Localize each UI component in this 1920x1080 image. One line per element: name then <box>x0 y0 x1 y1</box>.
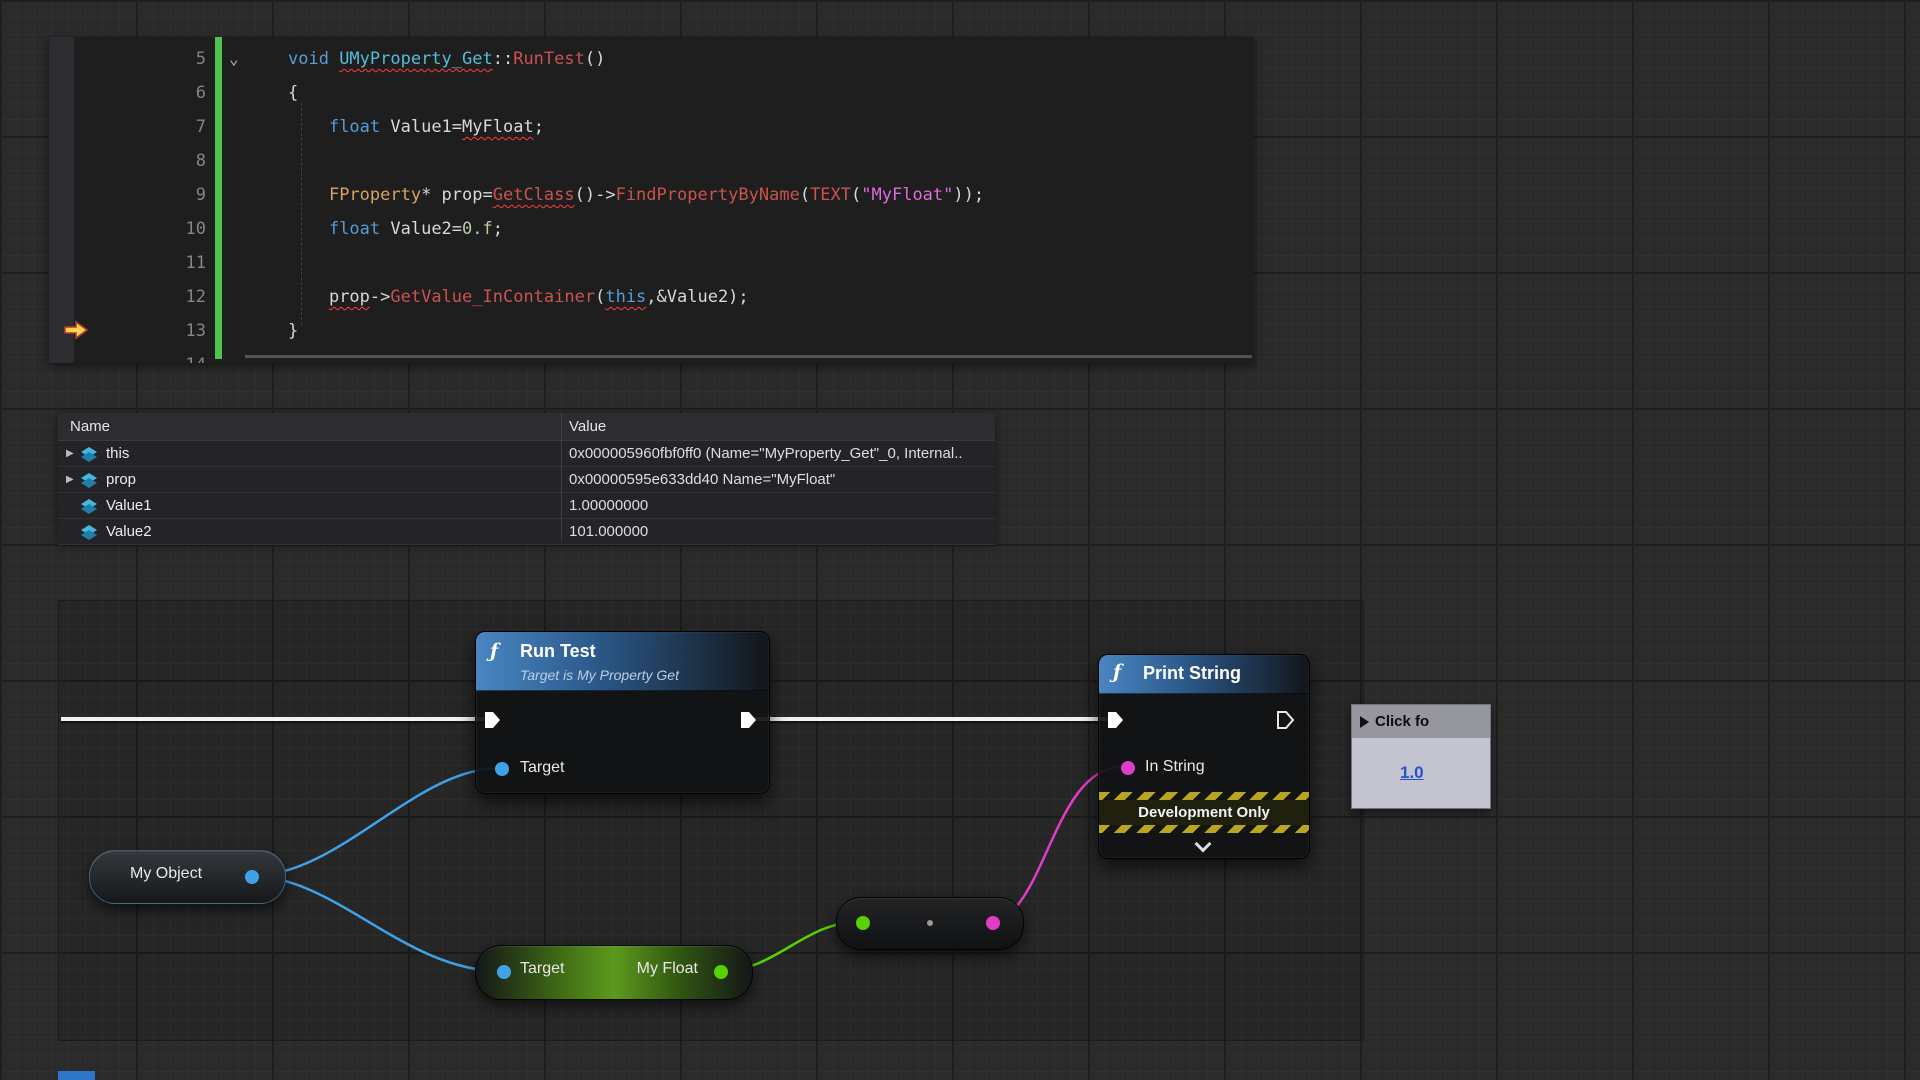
conv-in-pin[interactable] <box>856 916 870 930</box>
indent-guide <box>301 103 302 325</box>
watch-row[interactable]: Value2 101.000000 <box>58 519 995 545</box>
debug-value-popup[interactable]: Click fo 1.0 <box>1351 704 1491 809</box>
target-pin[interactable] <box>495 762 509 776</box>
float-out-pin[interactable] <box>714 965 728 979</box>
conv-dot-icon <box>927 920 933 926</box>
node-run-test-header[interactable]: ƒ Run Test Target is My Property Get <box>476 632 769 691</box>
code-text: { <box>288 76 298 110</box>
node-print-string-header[interactable]: ƒ Print String <box>1099 655 1309 694</box>
watch-rows: ▶ this 0x000005960fbf0ff0 (Name="MyPropert… <box>58 441 995 545</box>
my-object-label: My Object <box>130 865 202 883</box>
bottom-left-accent <box>58 1071 95 1080</box>
node-print-string[interactable]: ƒ Print String In String Development Onl… <box>1098 654 1310 859</box>
line-number: 14 <box>74 348 220 363</box>
function-icon: ƒ <box>490 640 498 662</box>
popup-header-label: Click fo <box>1375 713 1429 730</box>
object-out-pin[interactable] <box>245 870 259 884</box>
node-my-object[interactable]: My Object <box>89 850 286 904</box>
watch-panel: Name Value ▶ this 0x000005960fbf0ff0 (Name… <box>58 413 995 541</box>
hazard-stripe-bottom <box>1099 825 1309 833</box>
watch-header: Name Value <box>58 413 995 441</box>
expand-arrow-icon[interactable]: ▶ <box>66 474 80 485</box>
code-text: float Value1=MyFloat; <box>288 110 544 144</box>
exec-in-pin[interactable] <box>484 710 501 730</box>
column-header-name[interactable]: Name <box>70 413 110 440</box>
exec-out-pin[interactable] <box>740 710 757 730</box>
play-icon <box>1360 716 1369 728</box>
node-float-to-string[interactable] <box>836 897 1024 950</box>
popup-header[interactable]: Click fo <box>1352 705 1490 738</box>
code-line: 13} <box>74 314 1254 348</box>
code-line: 6{ <box>74 76 1254 110</box>
current-statement-arrow-icon <box>63 320 89 345</box>
variable-icon <box>80 472 100 488</box>
column-divider[interactable] <box>561 413 562 541</box>
line-number: 12 <box>74 280 220 314</box>
code-text: float Value2=0.f; <box>288 212 503 246</box>
function-icon: ƒ <box>1113 661 1121 683</box>
target-pin-label: Target <box>520 960 564 978</box>
watch-row[interactable]: Value1 1.00000000 <box>58 493 995 519</box>
line-number: 5 <box>74 42 220 76</box>
variable-value: 101.000000 <box>569 523 989 540</box>
node-title: Run Test <box>520 641 596 662</box>
breakpoint-gutter[interactable] <box>49 37 74 363</box>
target-pin[interactable] <box>497 965 511 979</box>
line-number: 11 <box>74 246 220 280</box>
line-number: 8 <box>74 144 220 178</box>
code-text: } <box>288 314 298 348</box>
exec-in-pin[interactable] <box>1107 710 1124 730</box>
variable-icon <box>80 446 100 462</box>
node-run-test[interactable]: ƒ Run Test Target is My Property Get Tar… <box>475 631 770 794</box>
node-get-my-float[interactable]: Target My Float <box>475 945 753 1000</box>
variable-value: 0x00000595e633dd40 Name="MyFloat" <box>569 471 989 488</box>
horizontal-scrollbar[interactable] <box>245 355 1252 358</box>
column-header-value[interactable]: Value <box>569 413 606 440</box>
line-number: 10 <box>74 212 220 246</box>
fold-chevron-icon[interactable]: ⌄ <box>229 42 239 76</box>
variable-name: prop <box>106 471 136 488</box>
variable-value: 1.00000000 <box>569 497 989 514</box>
in-string-pin[interactable] <box>1121 761 1135 775</box>
variable-icon <box>80 498 100 514</box>
code-line: 12 prop->GetValue_InContainer(this,&Valu… <box>74 280 1254 314</box>
conv-out-pin[interactable] <box>986 916 1000 930</box>
collapse-chevron-icon[interactable] <box>1195 836 1212 853</box>
development-only-banner: Development Only <box>1099 792 1309 833</box>
variable-name: this <box>106 445 129 462</box>
variable-icon <box>80 524 100 540</box>
variable-name: Value1 <box>106 497 152 514</box>
code-line: 11 <box>74 246 1254 280</box>
development-only-label: Development Only <box>1099 800 1309 825</box>
code-text: FProperty* prop=GetClass()->FindProperty… <box>288 178 984 212</box>
code-lines: 5void UMyProperty_Get::RunTest()6{7 floa… <box>74 42 1254 363</box>
popup-value[interactable]: 1.0 <box>1400 763 1424 783</box>
code-line: 9 FProperty* prop=GetClass()->FindProper… <box>74 178 1254 212</box>
target-pin-label: Target <box>520 759 564 777</box>
line-number: 7 <box>74 110 220 144</box>
node-title: Print String <box>1143 663 1241 684</box>
watch-row[interactable]: ▶ prop 0x00000595e633dd40 Name="MyFloat" <box>58 467 995 493</box>
exec-out-pin[interactable] <box>1276 709 1295 731</box>
in-string-pin-label: In String <box>1145 758 1205 776</box>
code-line: 8 <box>74 144 1254 178</box>
code-line: 10 float Value2=0.f; <box>74 212 1254 246</box>
watch-row[interactable]: ▶ this 0x000005960fbf0ff0 (Name="MyPropert… <box>58 441 995 467</box>
variable-name: Value2 <box>106 523 152 540</box>
code-editor-panel: 5void UMyProperty_Get::RunTest()6{7 floa… <box>49 37 1254 363</box>
code-text: void UMyProperty_Get::RunTest() <box>288 42 605 76</box>
expand-arrow-icon[interactable]: ▶ <box>66 448 80 459</box>
node-subtitle: Target is My Property Get <box>520 667 679 683</box>
code-line: 5 void UMyProperty_Get::RunTest() <box>74 42 1254 76</box>
hazard-stripe-top <box>1099 792 1309 800</box>
code-line: 7 float Value1=MyFloat; <box>74 110 1254 144</box>
line-number: 13 <box>74 314 220 348</box>
variable-value: 0x000005960fbf0ff0 (Name="MyProperty_Get… <box>569 445 989 462</box>
my-float-label: My Float <box>637 960 698 978</box>
line-number: 9 <box>74 178 220 212</box>
line-number: 6 <box>74 76 220 110</box>
code-text: prop->GetValue_InContainer(this,&Value2)… <box>288 280 749 314</box>
